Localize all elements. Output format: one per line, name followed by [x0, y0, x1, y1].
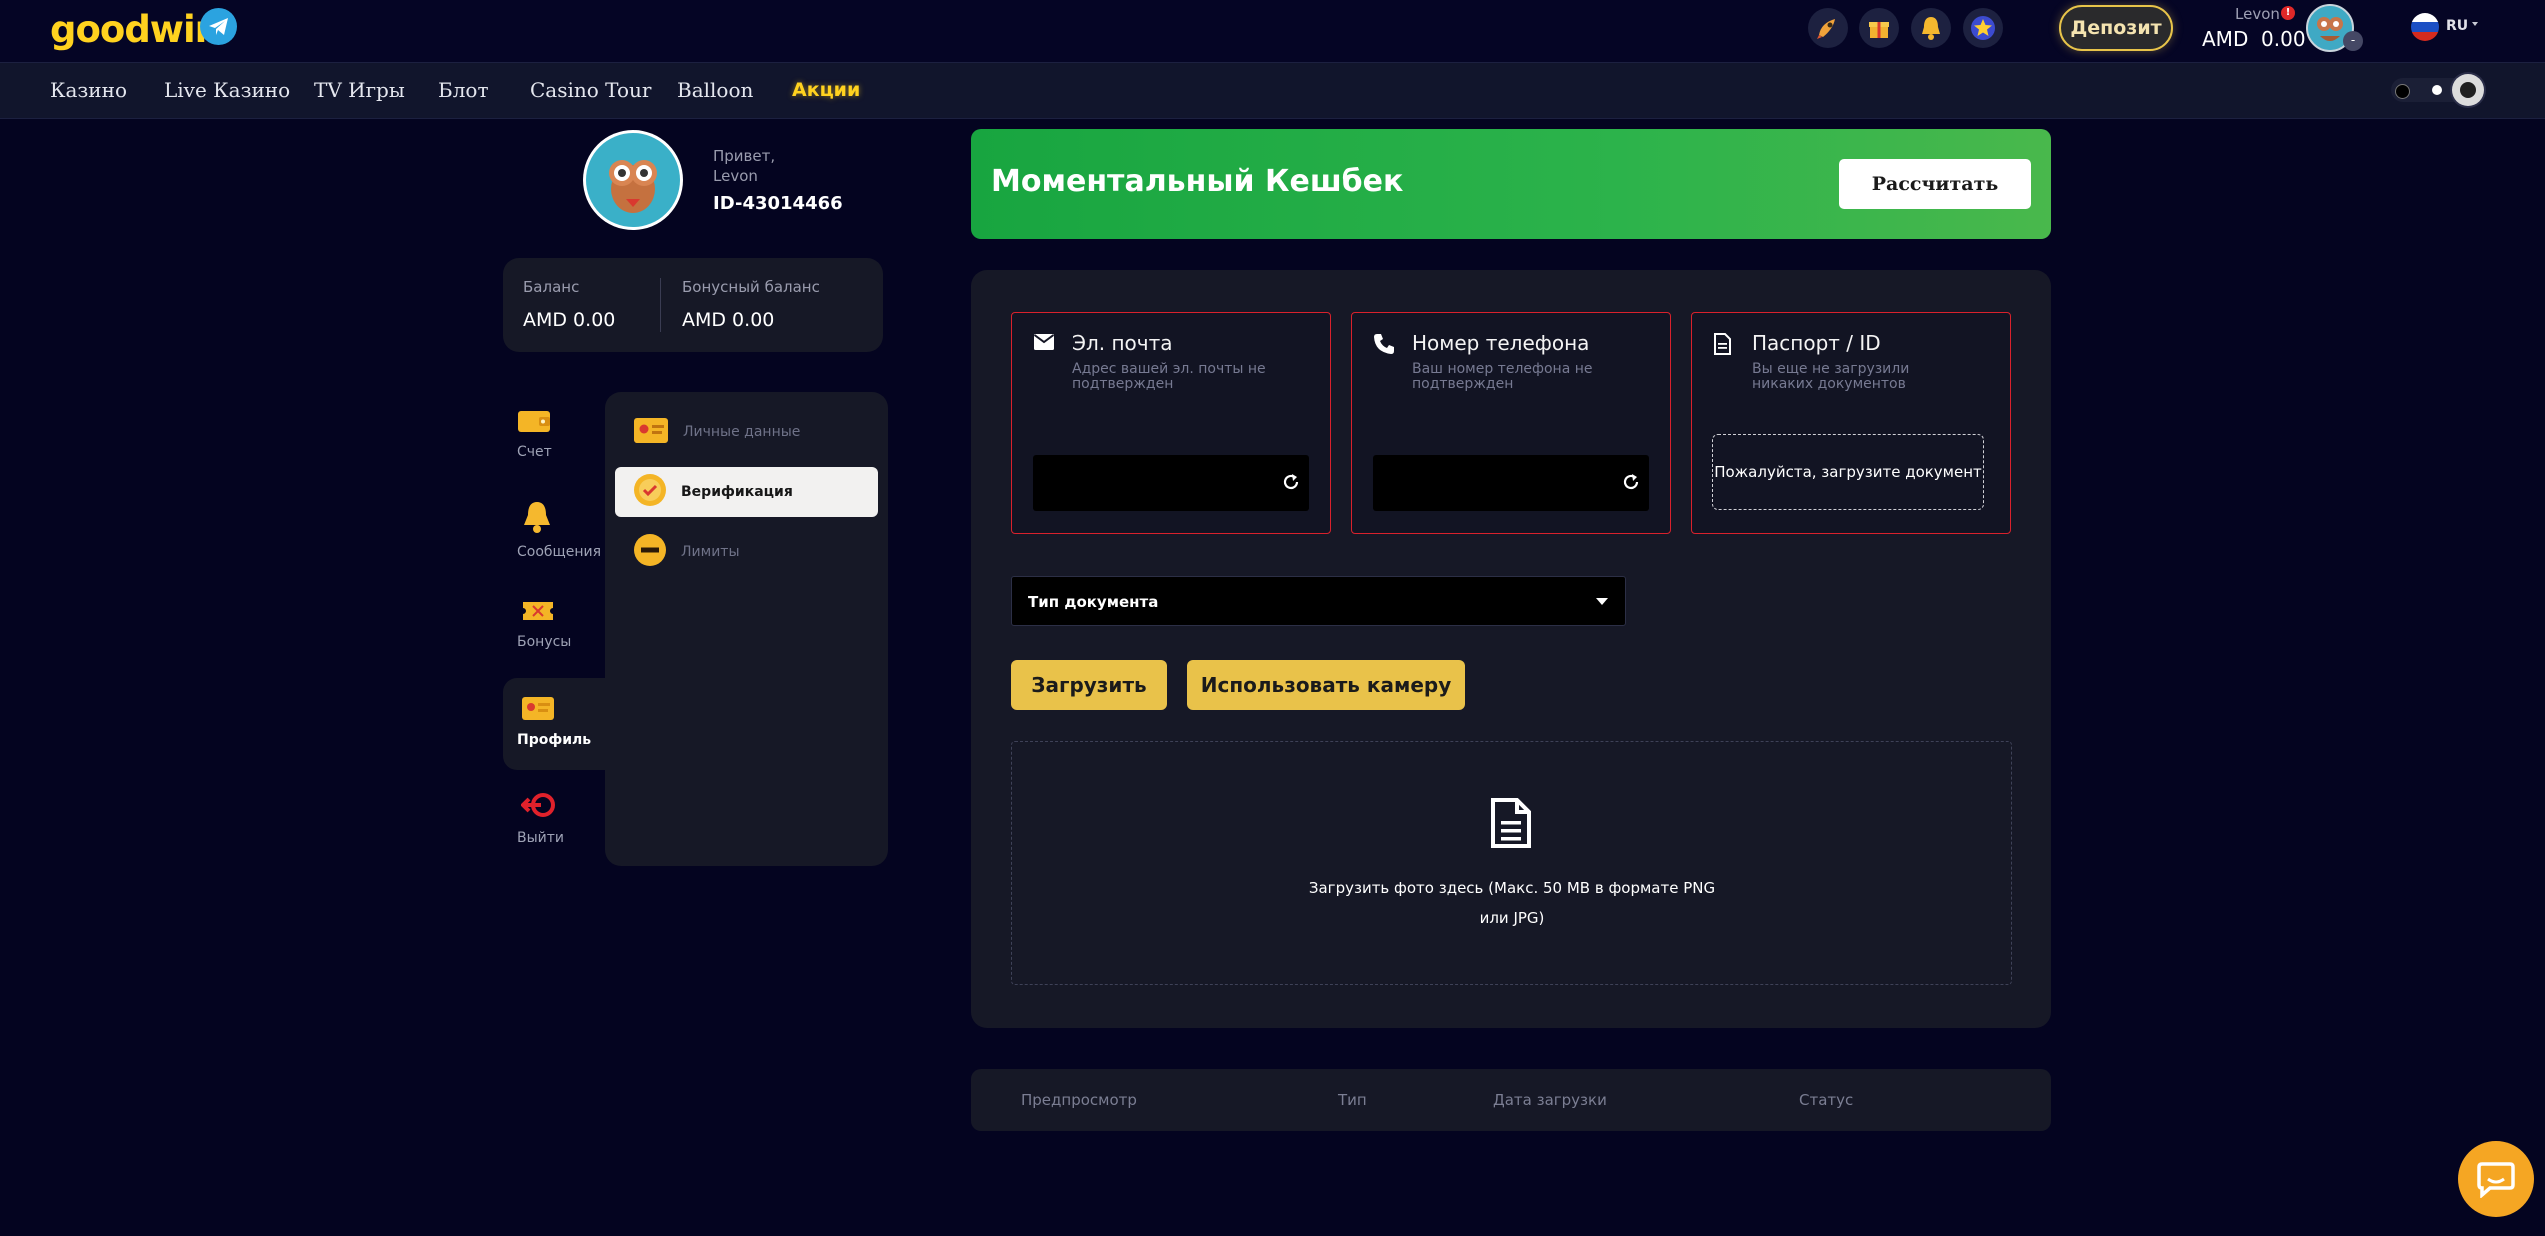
sidebar-item-label: Выйти	[517, 830, 565, 846]
envelope-icon	[1033, 333, 1055, 355]
divider	[660, 278, 661, 332]
profile-name: Levon	[713, 167, 758, 185]
documents-table-header: Предпросмотр Тип Дата загрузки Статус	[971, 1069, 2051, 1131]
greeting-text: Привет,	[713, 147, 776, 165]
submenu-limits[interactable]: Лимиты	[615, 527, 878, 577]
toggle-knob	[2452, 74, 2484, 106]
phone-input[interactable]	[1373, 455, 1649, 511]
telegram-icon[interactable]	[200, 8, 237, 45]
top-header: goodwin Депозит Levon ! AMD 0.00 - RU	[0, 0, 2545, 62]
nav-promotions[interactable]: Акции	[792, 63, 860, 118]
nav-casino-tour[interactable]: Casino Tour	[530, 63, 651, 118]
column-status: Статус	[1799, 1091, 1854, 1109]
use-camera-button[interactable]: Использовать камеру	[1187, 660, 1465, 710]
refresh-icon[interactable]	[1281, 472, 1301, 496]
sidebar-item-label: Сообщения	[517, 544, 602, 560]
email-title: Эл. почта	[1072, 331, 1173, 355]
cashback-banner: Моментальный Кешбек Рассчитать	[971, 129, 2051, 239]
header-balance: AMD 0.00	[2202, 27, 2306, 51]
passport-card: Паспорт / ID Вы еще не загрузили никаких…	[1691, 312, 2011, 534]
upload-document-button[interactable]: Пожалуйста, загрузите документ	[1712, 434, 1984, 510]
column-preview: Предпросмотр	[1021, 1091, 1137, 1109]
phone-icon	[1373, 333, 1395, 359]
bonus-balance-value: AMD 0.00	[682, 309, 775, 331]
bell-icon[interactable]	[1911, 8, 1951, 48]
avatar-menu-icon[interactable]: -	[2343, 31, 2363, 51]
nav-live-casino[interactable]: Live Казино	[164, 63, 290, 118]
balance-panel: Баланс AMD 0.00 Бонусный баланс AMD 0.00	[503, 258, 883, 352]
star-icon[interactable]	[1963, 8, 2003, 48]
document-type-label: Тип документа	[1028, 593, 1159, 611]
submenu-verification[interactable]: Верификация	[615, 467, 878, 517]
submenu-label: Лимиты	[681, 544, 740, 560]
dropzone-text-line2: или JPG)	[1479, 909, 1545, 927]
id-card-icon	[633, 415, 669, 449]
profile-card-icon	[503, 694, 608, 726]
language-selector[interactable]: RU	[2446, 18, 2468, 34]
profile-submenu: Личные данные Верификация Лимиты	[605, 392, 888, 866]
ticket-icon	[503, 598, 608, 628]
dropzone-text-line1: Загрузить фото здесь (Макс. 50 MB в форм…	[1308, 879, 1716, 897]
balance-value: AMD 0.00	[523, 309, 616, 331]
russia-flag-icon[interactable]	[2411, 13, 2439, 41]
profile-id: ID-43014466	[713, 193, 843, 214]
alert-icon: !	[2281, 6, 2295, 20]
verification-icon	[633, 473, 667, 511]
nav-casino[interactable]: Казино	[50, 63, 127, 118]
phone-subtitle: Ваш номер телефона не подтвержден	[1412, 361, 1593, 392]
nav-blot[interactable]: Блот	[438, 63, 489, 118]
sidebar-item-label: Профиль	[517, 732, 592, 748]
sidebar-item-account[interactable]: Счет	[503, 406, 608, 460]
sidebar-item-logout[interactable]: Выйти	[503, 790, 608, 846]
nav-balloon[interactable]: Balloon	[677, 63, 753, 118]
sidebar-item-profile[interactable]: Профиль	[503, 694, 608, 748]
sidebar-item-label: Счет	[517, 444, 552, 460]
moon-icon	[2395, 84, 2410, 99]
profile-avatar[interactable]	[583, 130, 683, 230]
logo[interactable]: goodwin	[50, 8, 221, 51]
rocket-icon[interactable]	[1808, 8, 1848, 48]
file-icon	[1489, 797, 1533, 853]
submenu-label: Верификация	[681, 484, 793, 500]
sidebar-item-messages[interactable]: Сообщения	[503, 500, 608, 560]
document-icon	[1713, 333, 1731, 359]
gift-icon[interactable]	[1859, 8, 1899, 48]
logout-icon	[503, 790, 608, 824]
email-card: Эл. почта Адрес вашей эл. почты не подтв…	[1011, 312, 1331, 534]
limit-icon	[633, 533, 667, 571]
chat-icon	[2477, 1162, 2515, 1198]
toggle-dot-icon	[2432, 85, 2442, 95]
wallet-icon	[503, 406, 608, 438]
nav-tv-games[interactable]: TV Игры	[314, 63, 405, 118]
refresh-icon[interactable]	[1621, 472, 1641, 496]
sidebar-item-bonuses[interactable]: Бонусы	[503, 598, 608, 650]
column-type: Тип	[1338, 1091, 1367, 1109]
submenu-label: Личные данные	[683, 424, 801, 440]
phone-card: Номер телефона Ваш номер телефона не под…	[1351, 312, 1671, 534]
username: Levon	[2235, 5, 2280, 23]
email-subtitle: Адрес вашей эл. почты не подтвержден	[1072, 361, 1266, 392]
cashback-title: Моментальный Кешбек	[991, 164, 1404, 199]
phone-title: Номер телефона	[1412, 331, 1590, 355]
chevron-down-icon	[2472, 22, 2478, 26]
submenu-personal-data[interactable]: Личные данные	[615, 407, 878, 457]
live-chat-button[interactable]	[2458, 1141, 2534, 1217]
balance-label: Баланс	[523, 278, 580, 296]
theme-toggle[interactable]	[2391, 74, 2484, 106]
main-nav: Казино Live Казино TV Игры Блот Casino T…	[0, 62, 2545, 119]
email-input[interactable]	[1033, 455, 1309, 511]
bell-icon	[503, 500, 608, 538]
passport-subtitle: Вы еще не загрузили никаких документов	[1752, 361, 1910, 392]
photo-dropzone[interactable]: Загрузить фото здесь (Макс. 50 MB в форм…	[1011, 741, 2012, 985]
document-type-select[interactable]: Тип документа	[1011, 576, 1626, 626]
calculate-button[interactable]: Рассчитать	[1839, 159, 2031, 209]
bonus-balance-label: Бонусный баланс	[682, 278, 820, 296]
column-upload-date: Дата загрузки	[1493, 1091, 1607, 1109]
upload-button[interactable]: Загрузить	[1011, 660, 1167, 710]
deposit-button[interactable]: Депозит	[2059, 5, 2173, 51]
chevron-down-icon	[1596, 598, 1608, 605]
sidebar-item-label: Бонусы	[517, 634, 572, 650]
passport-title: Паспорт / ID	[1752, 331, 1881, 355]
